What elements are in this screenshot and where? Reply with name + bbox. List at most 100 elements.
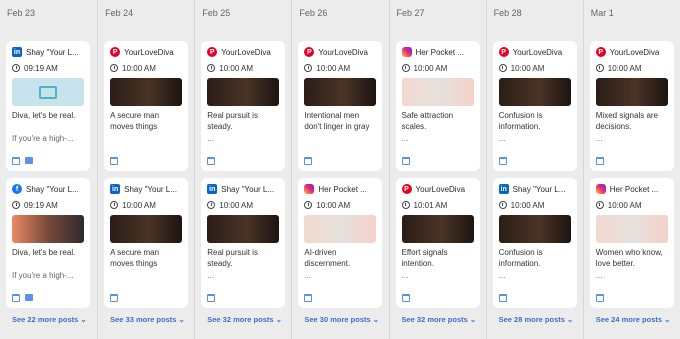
message-icon[interactable]: [25, 157, 33, 164]
post-card[interactable]: in Shay "Your L... 09:19 AM Diva, let's …: [6, 41, 90, 171]
post-card-header: Her Pocket ...: [401, 46, 474, 58]
calendar-icon[interactable]: [110, 157, 119, 165]
post-thumbnail[interactable]: [304, 215, 377, 243]
post-time-label: 10:01 AM: [413, 200, 448, 210]
post-thumbnail[interactable]: [401, 78, 474, 106]
post-caption: Women who know, love better.: [595, 248, 663, 268]
post-thumbnail[interactable]: [498, 215, 571, 243]
see-more-posts-link[interactable]: See 32 more posts ⌄: [402, 315, 477, 324]
chevron-down-icon: ⌄: [78, 315, 87, 324]
post-time: 10:00 AM: [110, 63, 182, 73]
post-card-icons: [401, 294, 410, 302]
post-time: 10:00 AM: [207, 63, 279, 73]
calendar-icon[interactable]: [110, 294, 119, 302]
post-card-icons: [401, 157, 410, 165]
see-more-posts-link[interactable]: See 30 more posts ⌄: [304, 315, 379, 324]
day-column: Feb 23 in Shay "Your L... 09:19 AM Diva,…: [0, 0, 98, 339]
chevron-down-icon: ⌄: [564, 315, 574, 324]
clock-icon: [110, 64, 119, 72]
post-caption-more: ...: [207, 271, 214, 280]
post-card[interactable]: Her Pocket ... 10:00 AM AI-driven discer…: [298, 178, 383, 308]
post-card[interactable]: Her Pocket ... 10:00 AM Women who know, …: [589, 178, 674, 308]
account-name: Shay "Your L...: [124, 184, 177, 194]
post-card[interactable]: in Shay "Your L... 10:00 AM A secure man…: [104, 178, 189, 308]
post-time-label: 10:00 AM: [122, 200, 156, 210]
chevron-down-icon: ⌄: [467, 315, 477, 324]
calendar-icon[interactable]: [498, 294, 507, 302]
post-card[interactable]: P YourLoveDiva 10:00 AM Intentional men …: [298, 41, 383, 171]
post-card[interactable]: P YourLoveDiva 10:00 AM Confusion is inf…: [492, 41, 577, 171]
post-card[interactable]: Her Pocket ... 10:00 AM Safe attraction …: [395, 41, 480, 171]
post-thumbnail[interactable]: [498, 78, 571, 106]
post-caption-more: ...: [498, 134, 506, 143]
day-column: Feb 26 P YourLoveDiva 10:00 AM Intention…: [291, 0, 389, 339]
see-more-label: See 28 more posts: [498, 315, 565, 324]
calendar-icon[interactable]: [498, 157, 507, 165]
post-thumbnail[interactable]: [207, 78, 280, 106]
calendar-icon[interactable]: [595, 157, 604, 165]
post-caption: Real pursuit is steady.: [207, 248, 258, 268]
post-card[interactable]: in Shay "Your L... 10:00 AM Confusion is…: [492, 178, 577, 308]
post-card[interactable]: f Shay "Your L... 09:19 AM Diva, let's b…: [6, 178, 90, 308]
post-thumbnail[interactable]: [595, 215, 668, 243]
account-name: Her Pocket ...: [415, 47, 464, 57]
post-card-header: in Shay "Your L...: [498, 183, 571, 195]
chevron-down-icon: ⌄: [176, 315, 185, 324]
account-name: Shay "Your L...: [512, 184, 566, 194]
calendar-icon[interactable]: [595, 294, 604, 302]
account-name: Shay "Your L...: [26, 47, 79, 57]
calendar-icon[interactable]: [12, 157, 20, 165]
calendar-icon[interactable]: [12, 294, 20, 302]
see-more-posts-link[interactable]: See 32 more posts ⌄: [207, 315, 282, 324]
post-thumbnail[interactable]: [110, 215, 183, 243]
post-thumbnail[interactable]: [401, 215, 474, 243]
post-caption: Mixed signals are decisions.: [595, 111, 658, 131]
post-caption-more: ...: [498, 271, 506, 280]
post-caption-more: ...: [595, 271, 603, 280]
post-card[interactable]: P YourLoveDiva 10:00 AM A secure man mov…: [104, 41, 189, 171]
post-card-icons: [304, 157, 313, 165]
post-time-label: 10:00 AM: [510, 63, 545, 73]
day-column: Mar 1 P YourLoveDiva 10:00 AM Mixed sign…: [582, 0, 680, 339]
clock-icon: [595, 201, 604, 209]
see-more-posts-link[interactable]: See 28 more posts ⌄: [499, 315, 574, 324]
post-card-header: P YourLoveDiva: [304, 46, 376, 58]
post-card-icons: [498, 294, 507, 302]
post-card-header: P YourLoveDiva: [207, 46, 279, 58]
clock-icon: [207, 201, 216, 209]
linkedin-icon: in: [498, 184, 509, 194]
post-time: 09:19 AM: [12, 200, 84, 210]
post-time-label: 10:00 AM: [122, 63, 156, 73]
post-card-header: Her Pocket ...: [595, 183, 668, 195]
post-card-header: in Shay "Your L...: [207, 183, 279, 195]
post-thumbnail[interactable]: [304, 78, 377, 106]
post-caption-more: If you're a high-...: [12, 271, 74, 280]
post-caption-more: ...: [595, 134, 603, 143]
post-card-header: P YourLoveDiva: [401, 183, 474, 195]
calendar-icon[interactable]: [207, 294, 216, 302]
chevron-down-icon: ⌄: [273, 315, 282, 324]
post-thumbnail[interactable]: [595, 78, 668, 106]
calendar-icon[interactable]: [304, 294, 313, 302]
message-icon[interactable]: [25, 294, 33, 301]
calendar-icon[interactable]: [304, 157, 313, 165]
post-caption-more: ...: [207, 134, 214, 143]
pinterest-icon: P: [110, 47, 121, 57]
see-more-posts-link[interactable]: See 24 more posts ⌄: [596, 315, 671, 324]
calendar-icon[interactable]: [401, 294, 410, 302]
post-thumbnail[interactable]: [110, 78, 183, 106]
clock-icon: [207, 64, 216, 72]
post-card[interactable]: in Shay "Your L... 10:00 AM Real pursuit…: [201, 178, 286, 308]
post-thumbnail[interactable]: [207, 215, 280, 243]
post-thumbnail[interactable]: [12, 215, 84, 243]
post-time: 10:00 AM: [401, 63, 474, 73]
post-card[interactable]: P YourLoveDiva 10:01 AM Effort signals i…: [395, 178, 480, 308]
pinterest-icon: P: [207, 47, 218, 57]
see-more-posts-link[interactable]: See 33 more posts ⌄: [110, 315, 185, 324]
calendar-icon[interactable]: [401, 157, 410, 165]
calendar-icon[interactable]: [207, 157, 216, 165]
post-card[interactable]: P YourLoveDiva 10:00 AM Mixed signals ar…: [589, 41, 674, 171]
post-card[interactable]: P YourLoveDiva 10:00 AM Real pursuit is …: [201, 41, 286, 171]
see-more-posts-link[interactable]: See 22 more posts ⌄: [12, 315, 87, 324]
post-thumbnail[interactable]: [12, 78, 84, 106]
